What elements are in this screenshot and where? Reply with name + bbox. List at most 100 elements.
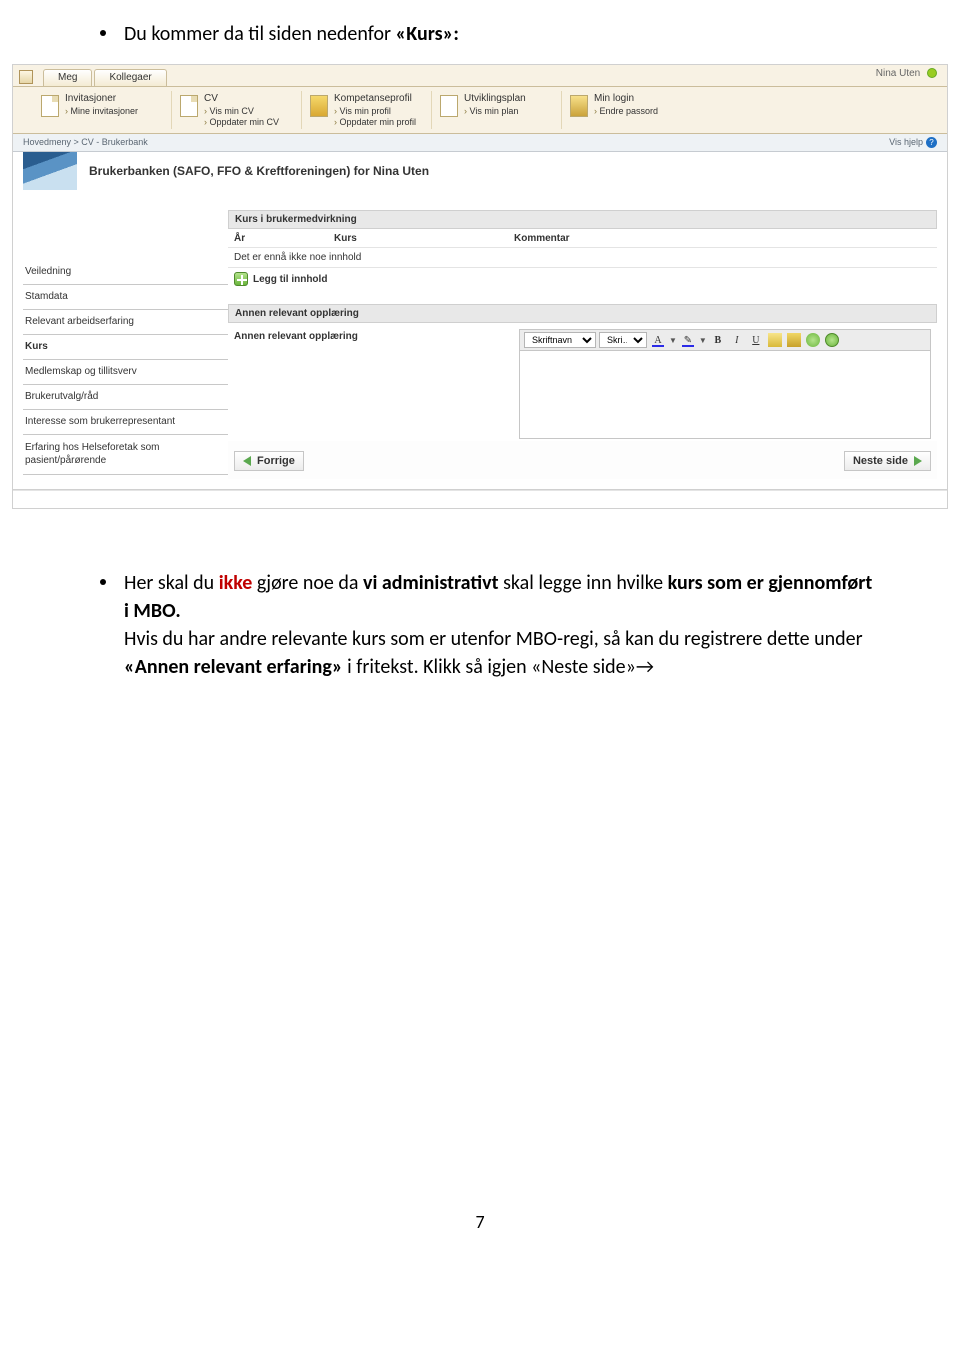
tab-kollegaer[interactable]: Kollegaer: [94, 69, 166, 86]
nav-title[interactable]: Invitasjoner: [65, 93, 138, 104]
page-number: 7: [0, 1211, 960, 1233]
current-user: Nina Uten: [876, 68, 937, 79]
login-icon: [570, 95, 588, 117]
text-red-bold: ikke: [219, 571, 253, 595]
col-header-kommentar: Kommentar: [514, 233, 931, 244]
clipboard-icon: [768, 333, 782, 347]
nav-group-kompetanse: Kompetanseprofil Vis min profil Oppdater…: [301, 91, 431, 129]
user-name-text: Nina Uten: [876, 68, 920, 79]
table-header: År Kurs Kommentar: [228, 229, 937, 248]
font-size-select[interactable]: Skri…: [599, 332, 647, 348]
sidebar-item-interesse[interactable]: Interesse som brukerrepresentant: [23, 410, 228, 435]
rich-text-editor: Skriftnavn Skri… A ▼ ✎ ▼ B I U: [519, 329, 931, 439]
sidebar-item-veiledning[interactable]: Veiledning: [23, 260, 228, 285]
text-bold: «Annen relevant erfaring»: [124, 655, 343, 679]
pager: Forrige Neste side: [228, 441, 937, 479]
user-icon: [825, 333, 839, 347]
nav-group-cv: CV Vis min CV Oppdater min CV: [171, 91, 301, 129]
nav-link[interactable]: Vis min profil: [334, 106, 416, 116]
font-color-button[interactable]: A: [650, 332, 666, 348]
next-label: Neste side: [853, 455, 908, 467]
bold-button[interactable]: B: [710, 332, 726, 348]
italic-button[interactable]: I: [729, 332, 745, 348]
bullet-text: Her skal du ikke gjøre noe da vi adminis…: [124, 569, 880, 681]
nav-group-invitasjoner: Invitasjoner Mine invitasjoner: [41, 91, 171, 129]
main-panel: Kurs i brukermedvirkning År Kurs Komment…: [228, 210, 937, 479]
empty-message: Det er ennå ikke noe innhold: [228, 248, 937, 268]
nav-link[interactable]: Vis min plan: [464, 106, 526, 116]
field-label: Annen relevant opplæring: [234, 329, 519, 342]
field-row-annen: Annen relevant opplæring Skriftnavn Skri…: [228, 323, 937, 441]
nav-group-login: Min login Endre passord: [561, 91, 691, 129]
bullet-item: Du kommer da til siden nedenfor «Kurs»:: [0, 0, 960, 58]
underline-button[interactable]: U: [748, 332, 764, 348]
editor-toolbar: Skriftnavn Skri… A ▼ ✎ ▼ B I U: [519, 329, 931, 351]
breadcrumb-row: Hovedmeny > CV - Brukerbank Vis hjelp?: [13, 134, 947, 152]
text-bold: vi administrativt: [363, 571, 499, 595]
banner: Brukerbanken (SAFO, FFO & Kreftforeninge…: [23, 152, 947, 190]
nav-title[interactable]: Min login: [594, 93, 658, 104]
paste-button[interactable]: [767, 332, 783, 348]
sidebar-list: Veiledning Stamdata Relevant arbeidserfa…: [23, 260, 228, 475]
nav-link[interactable]: Mine invitasjoner: [65, 106, 138, 116]
sidebar-item-kurs[interactable]: Kurs: [23, 335, 228, 360]
home-icon[interactable]: [19, 70, 33, 84]
dropdown-arrow-icon[interactable]: ▼: [699, 336, 707, 345]
font-name-select[interactable]: Skriftnavn: [524, 332, 596, 348]
nav-title[interactable]: CV: [204, 93, 279, 104]
work-area: Veiledning Stamdata Relevant arbeidserfa…: [13, 200, 947, 490]
arrow-left-icon: [243, 456, 251, 466]
nav-link[interactable]: Oppdater min CV: [204, 117, 279, 127]
status-globe-icon[interactable]: [927, 68, 937, 78]
sidebar: Veiledning Stamdata Relevant arbeidserfa…: [23, 210, 228, 479]
sidebar-item-brukerutvalg[interactable]: Brukerutvalg/råd: [23, 385, 228, 410]
help-icon: ?: [926, 137, 937, 148]
section-header-annen: Annen relevant opplæring: [228, 304, 937, 323]
nav-link[interactable]: Vis min CV: [204, 106, 279, 116]
nav-title[interactable]: Kompetanseprofil: [334, 93, 416, 104]
app-screenshot: Meg Kollegaer Nina Uten Invitasjoner Min…: [12, 64, 948, 509]
prev-button[interactable]: Forrige: [234, 451, 304, 471]
nav-group-utvikling: Utviklingsplan Vis min plan: [431, 91, 561, 129]
text-run: gjøre noe da: [252, 571, 363, 595]
bullet-dot-icon: [100, 579, 106, 585]
nav-link[interactable]: Oppdater min profil: [334, 117, 416, 127]
editor-textarea[interactable]: [519, 351, 931, 439]
sidebar-item-arbeidserfaring[interactable]: Relevant arbeidserfaring: [23, 310, 228, 335]
section-header-kurs: Kurs i brukermedvirkning: [228, 210, 937, 229]
bullet-text: Du kommer da til siden nedenfor «Kurs»:: [124, 20, 880, 48]
breadcrumb[interactable]: Hovedmeny > CV - Brukerbank: [23, 137, 148, 148]
nav-link[interactable]: Endre passord: [594, 106, 658, 116]
highlight-color-button[interactable]: ✎: [680, 332, 696, 348]
sidebar-item-medlemskap[interactable]: Medlemskap og tillitsverv: [23, 360, 228, 385]
dropdown-arrow-icon[interactable]: ▼: [669, 336, 677, 345]
invitasjoner-icon: [41, 95, 59, 117]
text-bold: «Kurs»:: [396, 22, 459, 46]
help-toggle[interactable]: Vis hjelp?: [889, 137, 937, 148]
utvikling-icon: [440, 95, 458, 117]
tab-meg[interactable]: Meg: [43, 69, 92, 86]
nav-title[interactable]: Utviklingsplan: [464, 93, 526, 104]
text-run: Du kommer da til siden nedenfor: [124, 22, 396, 46]
text-run: Her skal du: [124, 571, 219, 595]
col-header-ar: År: [234, 233, 334, 244]
insert-button-2[interactable]: [824, 332, 840, 348]
text-run: i fritekst. Klikk så igjen «Neste side»→: [343, 655, 654, 679]
bullet-item: Her skal du ikke gjøre noe da vi adminis…: [0, 509, 960, 691]
arrow-right-icon: [914, 456, 922, 466]
clipboard-icon: [787, 333, 801, 347]
plus-icon: [234, 272, 248, 286]
next-button[interactable]: Neste side: [844, 451, 931, 471]
insert-button[interactable]: [805, 332, 821, 348]
col-header-kurs: Kurs: [334, 233, 514, 244]
paste-special-button[interactable]: [786, 332, 802, 348]
user-icon: [806, 333, 820, 347]
top-tab-row: Meg Kollegaer Nina Uten: [13, 65, 947, 87]
kompetanse-icon: [310, 95, 328, 117]
sidebar-item-erfaring[interactable]: Erfaring hos Helseforetak som pasient/på…: [23, 435, 228, 475]
prev-label: Forrige: [257, 455, 295, 467]
text-run: Hvis du har andre relevante kurs som er …: [124, 627, 863, 651]
add-content-button[interactable]: Legg til innhold: [228, 268, 937, 290]
sidebar-item-stamdata[interactable]: Stamdata: [23, 285, 228, 310]
add-label: Legg til innhold: [253, 274, 327, 285]
